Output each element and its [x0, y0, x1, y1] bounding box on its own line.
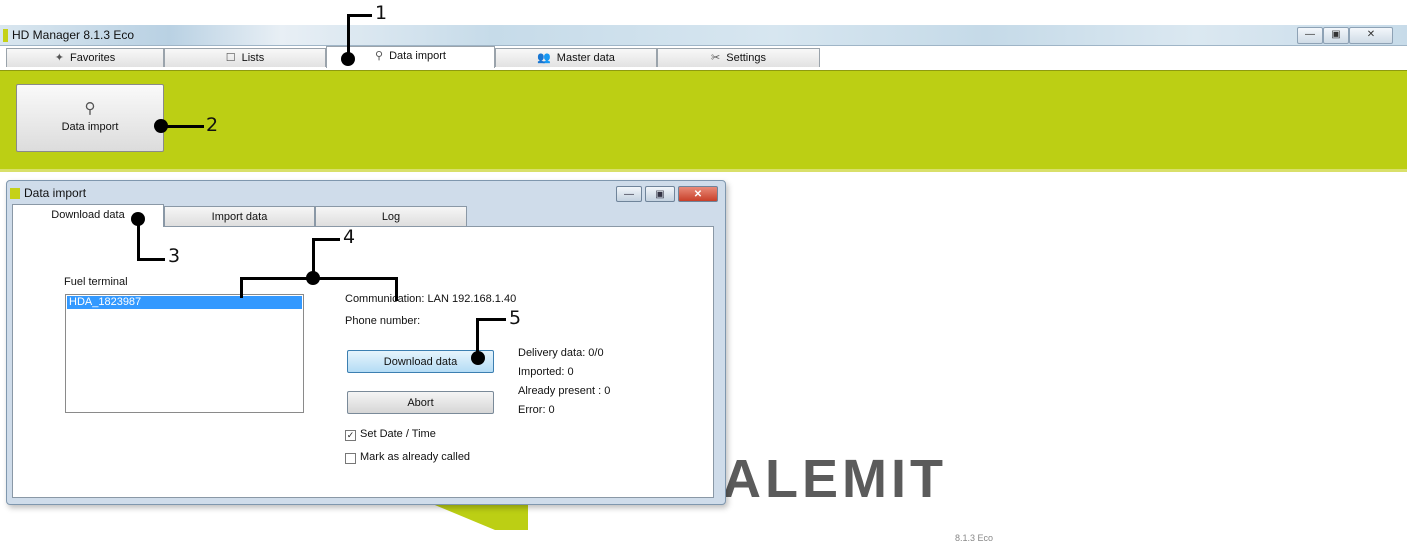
set-date-time-label: Set Date / Time [360, 428, 436, 440]
maximize-button[interactable]: ▣ [1323, 27, 1349, 44]
users-icon: 👥 [537, 52, 551, 64]
dialog-minimize-button[interactable]: — [616, 186, 642, 202]
tab-label: Settings [726, 52, 766, 64]
tab-label: Master data [556, 52, 615, 64]
dialog-maximize-button[interactable]: ▣ [645, 186, 675, 202]
ribbon-data-import-button[interactable]: ⚲ Data import [16, 84, 164, 152]
callout-number: 4 [343, 226, 356, 248]
callout-line [137, 224, 140, 261]
abort-button[interactable]: Abort [347, 391, 494, 414]
already-present-stat: Already present : 0 [518, 385, 611, 397]
tab-lists[interactable]: ☐ Lists [164, 48, 326, 67]
minimize-button[interactable]: — [1297, 27, 1323, 44]
mark-called-checkbox[interactable] [345, 453, 356, 464]
delivery-data-stat: Delivery data: 0/0 [518, 347, 604, 359]
callout-line [476, 318, 506, 321]
tab-settings[interactable]: ✂ Settings [657, 48, 820, 67]
callout-line [240, 277, 243, 298]
callout-line [347, 14, 372, 17]
callout-line [395, 277, 398, 301]
communication-text: Communication: LAN 192.168.1.40 [345, 293, 517, 305]
callout-line [166, 125, 204, 128]
callout-line [347, 14, 350, 53]
callout-line [312, 238, 340, 241]
title-bar [0, 25, 1407, 46]
tab-favorites[interactable]: ✦ Favorites [6, 48, 164, 67]
callout-number: 1 [375, 2, 388, 24]
ribbon-button-label: Data import [61, 121, 119, 133]
callout-number: 3 [168, 245, 181, 267]
import-icon: ⚲ [375, 50, 384, 62]
fuel-terminal-list[interactable] [65, 294, 304, 413]
tab-log[interactable]: Log [315, 206, 467, 226]
tab-label: Favorites [69, 52, 116, 64]
list-item[interactable]: HDA_1823987 [67, 296, 302, 309]
set-date-time-checkbox[interactable]: ✓ [345, 430, 356, 441]
tab-master-data[interactable]: 👥 Master data [495, 48, 657, 67]
callout-line [137, 258, 165, 261]
star-icon: ✦ [54, 52, 64, 64]
tools-icon: ✂ [711, 52, 721, 64]
version-text: 8.1.3 Eco [955, 533, 994, 543]
callout-line [240, 277, 397, 280]
import-icon: ⚲ [84, 100, 96, 117]
error-stat: Error: 0 [518, 404, 555, 416]
mark-called-label: Mark as already called [360, 451, 471, 463]
callout-number: 2 [206, 114, 219, 136]
dialog-close-button[interactable]: ✕ [678, 186, 718, 202]
imported-stat: Imported: 0 [518, 366, 574, 378]
tab-label: Data import [389, 50, 446, 62]
callout-dot [341, 52, 355, 66]
tab-import-data[interactable]: Import data [164, 206, 315, 226]
dialog-icon [10, 188, 20, 199]
dialog-title: Data import [24, 186, 87, 200]
app-icon [3, 29, 8, 42]
fuel-terminal-label: Fuel terminal [64, 276, 128, 288]
list-icon: ☐ [225, 52, 236, 64]
tab-label: Lists [241, 52, 265, 64]
phone-number-text: Phone number: [345, 315, 421, 327]
callout-number: 5 [509, 307, 522, 329]
close-button[interactable]: ✕ [1349, 27, 1393, 44]
callout-dot [471, 351, 485, 365]
logo-text: ALEMIT [722, 449, 947, 509]
window-title: HD Manager 8.1.3 Eco [12, 28, 135, 42]
